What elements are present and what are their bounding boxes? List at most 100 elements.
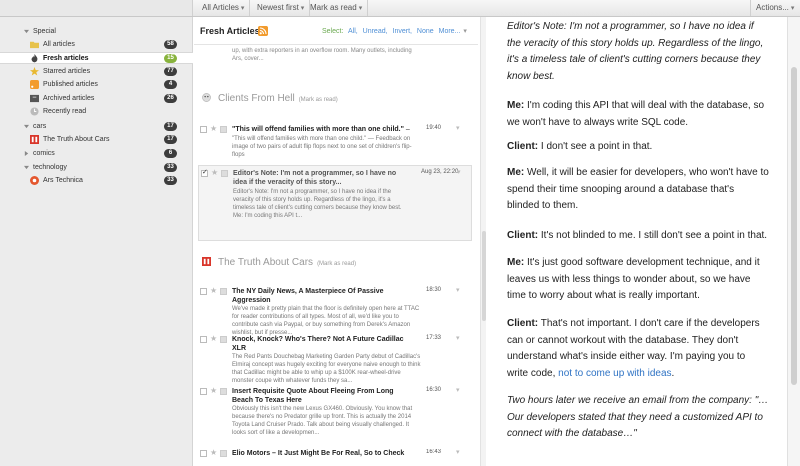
- sidebar-item-starred-articles[interactable]: Starred articles 77: [0, 66, 193, 78]
- article-excerpt: up, with extra reporters in an overflow …: [232, 48, 412, 62]
- feed-group-header[interactable]: Clients From Hell (Mark as read): [218, 93, 338, 104]
- sidebar-item-recently-read[interactable]: Recently read: [0, 106, 193, 118]
- scrollbar-thumb[interactable]: [791, 67, 797, 385]
- feed-sidebar: Special All articles 58 Fresh articles 1…: [0, 17, 193, 466]
- headline-date: 18:30: [426, 287, 442, 293]
- paragraph-text: Two hours later we receive an email from…: [507, 395, 769, 439]
- headline-date: 19:40: [426, 125, 442, 131]
- headline-row[interactable]: ★ Knock, Knock? Who's There? Not A Futur…: [200, 334, 470, 385]
- view-filter-dropdown[interactable]: All Articles ▾: [197, 0, 251, 16]
- speaker-label: Me:: [507, 100, 525, 111]
- headline-date: 17:33: [426, 335, 442, 341]
- sidebar-item-ars-technica[interactable]: Ars Technica 33: [0, 175, 193, 187]
- headline-excerpt: We've made it pretty plain that the floo…: [232, 306, 420, 336]
- sidebar-item-label: All articles: [43, 41, 75, 48]
- mark-as-read-dropdown[interactable]: Mark as read ▾: [305, 0, 369, 16]
- actions-label: Actions...: [756, 3, 789, 12]
- star-icon[interactable]: ★: [211, 168, 218, 177]
- select-all-link[interactable]: All,: [348, 28, 358, 35]
- publish-icon[interactable]: [220, 336, 227, 343]
- select-checkbox[interactable]: [200, 288, 207, 295]
- rss-icon[interactable]: [258, 26, 268, 36]
- feed-group-title[interactable]: Clients From Hell: [218, 93, 295, 104]
- star-icon[interactable]: ★: [210, 124, 217, 133]
- category-comics[interactable]: comics 6: [0, 148, 193, 160]
- sidebar-item-all-articles[interactable]: All articles 58: [0, 39, 193, 51]
- headline-title[interactable]: Knock, Knock? Who's There? Not A Future …: [232, 335, 412, 353]
- select-checkbox[interactable]: [200, 388, 207, 395]
- headlines-pane: Fresh Articles Select: All, Unread, Inve…: [194, 17, 478, 466]
- select-none-link[interactable]: None: [417, 28, 434, 35]
- scrollbar-thumb[interactable]: [482, 231, 486, 321]
- mark-feed-read-link[interactable]: (Mark as read): [299, 97, 338, 103]
- headline-row-active[interactable]: ★ Editor's Note: I'm not a programmer, s…: [198, 165, 472, 241]
- sidebar-item-label: Archived articles: [43, 95, 95, 102]
- publish-icon[interactable]: [221, 170, 228, 177]
- chevron-down-icon[interactable]: ▾: [457, 168, 461, 176]
- published-icon: [30, 80, 39, 89]
- select-checkbox[interactable]: [200, 450, 207, 457]
- chevron-down-icon[interactable]: ▾: [456, 386, 460, 394]
- article-link[interactable]: not to come up with ideas: [558, 368, 671, 379]
- headline-title[interactable]: Elio Motors – It Just Might Be For Real,…: [232, 449, 412, 458]
- select-more-dropdown[interactable]: More...: [439, 28, 461, 35]
- feed-group-title[interactable]: The Truth About Cars: [218, 257, 313, 268]
- select-checkbox[interactable]: [200, 336, 207, 343]
- category-label: Special: [33, 28, 56, 35]
- category-cars[interactable]: cars 17: [0, 121, 193, 133]
- unread-count-badge: 17: [164, 122, 177, 131]
- star-icon[interactable]: ★: [210, 334, 217, 343]
- mark-feed-read-link[interactable]: (Mark as read): [317, 261, 356, 267]
- paragraph-text: Editor's Note: I'm not a programmer, so …: [507, 21, 764, 82]
- publish-icon[interactable]: [220, 450, 227, 457]
- speaker-label: Client:: [507, 318, 539, 329]
- category-technology[interactable]: technology 33: [0, 162, 193, 174]
- sort-order-dropdown[interactable]: Newest first ▾: [252, 0, 311, 16]
- paragraph-text: It's just good software development tech…: [507, 257, 760, 301]
- sidebar-item-published-articles[interactable]: Published articles 4: [0, 79, 193, 91]
- headline-row[interactable]: ★ Insert Requisite Quote About Fleeing F…: [200, 386, 470, 441]
- chevron-down-icon[interactable]: ▾: [456, 124, 460, 132]
- view-filter-label: All Articles: [202, 3, 239, 12]
- star-icon[interactable]: ★: [210, 286, 217, 295]
- chevron-down-icon: ▾: [358, 5, 363, 12]
- publish-icon[interactable]: [220, 126, 227, 133]
- triangle-right-icon: [24, 151, 29, 156]
- sidebar-item-truth-about-cars[interactable]: The Truth About Cars 17: [0, 134, 193, 146]
- select-invert-link[interactable]: Invert,: [393, 28, 412, 35]
- chevron-down-icon[interactable]: ▾: [456, 334, 460, 342]
- star-icon[interactable]: ★: [210, 386, 217, 395]
- unread-count-badge: 33: [164, 176, 177, 185]
- clock-icon: [30, 107, 39, 116]
- headline-title[interactable]: The NY Daily News, A Masterpiece Of Pass…: [232, 287, 412, 305]
- paragraph-text: .: [671, 367, 675, 379]
- feed-group-header[interactable]: The Truth About Cars (Mark as read): [218, 257, 356, 268]
- headline-title[interactable]: Insert Requisite Quote About Fleeing Fro…: [232, 387, 412, 405]
- toolbar-sidebar-strip: [0, 0, 193, 16]
- unread-count-badge: 77: [164, 67, 177, 76]
- chevron-down-icon[interactable]: ▾: [456, 449, 460, 456]
- chevron-down-icon[interactable]: ▾: [456, 286, 460, 294]
- publish-icon[interactable]: [220, 388, 227, 395]
- category-special[interactable]: Special: [0, 26, 193, 38]
- headline-title[interactable]: Editor's Note: I'm not a programmer, so …: [233, 169, 411, 187]
- publish-icon[interactable]: [220, 288, 227, 295]
- select-checkbox[interactable]: [201, 168, 208, 177]
- star-icon[interactable]: ★: [210, 449, 217, 457]
- actions-dropdown[interactable]: Actions... ▾: [750, 0, 799, 16]
- select-checkbox[interactable]: [200, 126, 207, 133]
- unread-count-badge: 26: [164, 94, 177, 103]
- headline-excerpt: Editor's Note: I'm not a programmer, so …: [233, 189, 402, 219]
- chevron-down-icon: ▾: [463, 28, 467, 35]
- headline-row[interactable]: ★ Elio Motors – It Just Might Be For Rea…: [200, 449, 470, 461]
- headlines-scrollbar[interactable]: [480, 17, 486, 466]
- headline-row[interactable]: ★ "This will offend families with more t…: [200, 124, 470, 165]
- sidebar-item-label: The Truth About Cars: [43, 136, 110, 143]
- paragraph-text: Well, it will be easier for developers, …: [507, 167, 769, 211]
- sidebar-item-archived-articles[interactable]: Archived articles 26: [0, 93, 193, 105]
- headline-title[interactable]: "This will offend families with more tha…: [232, 125, 412, 134]
- article-scrollbar[interactable]: [787, 17, 800, 466]
- triangle-down-icon: [24, 165, 29, 170]
- sidebar-item-fresh-articles[interactable]: Fresh articles 15: [0, 52, 193, 64]
- select-unread-link[interactable]: Unread,: [363, 28, 388, 35]
